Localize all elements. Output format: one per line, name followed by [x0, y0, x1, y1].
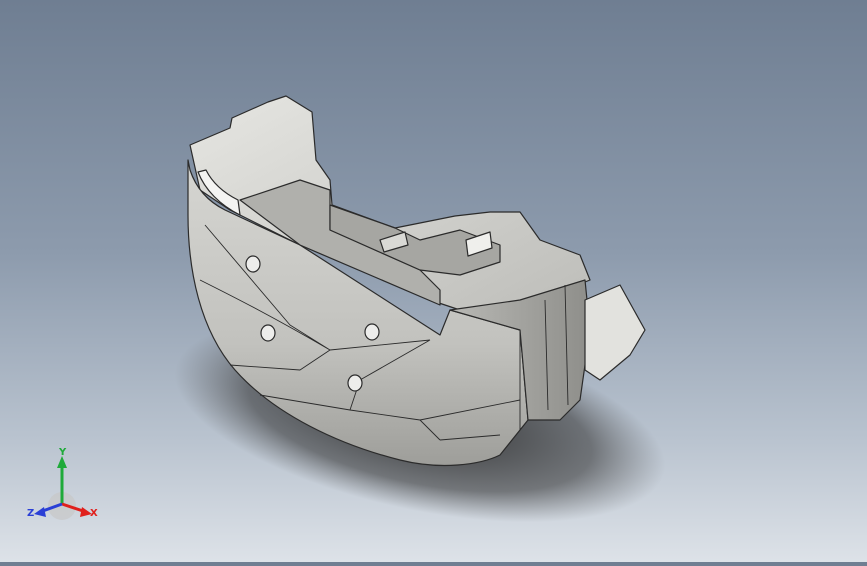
model-hole-4	[347, 374, 363, 392]
triad-z-arrow	[34, 507, 46, 517]
model-hole-1	[245, 255, 261, 273]
triad-y-label: Y	[58, 447, 67, 458]
model-view[interactable]: Y X Z	[0, 0, 867, 562]
triad-z-label: Z	[27, 508, 34, 519]
triad-x-label: X	[90, 508, 98, 519]
model-hole-2	[260, 324, 276, 342]
graphics-viewport[interactable]: Y X Z	[0, 0, 867, 562]
coordinate-triad: Y X Z	[27, 447, 98, 520]
model-right-fin	[584, 284, 646, 381]
model-hole-3	[364, 323, 380, 341]
